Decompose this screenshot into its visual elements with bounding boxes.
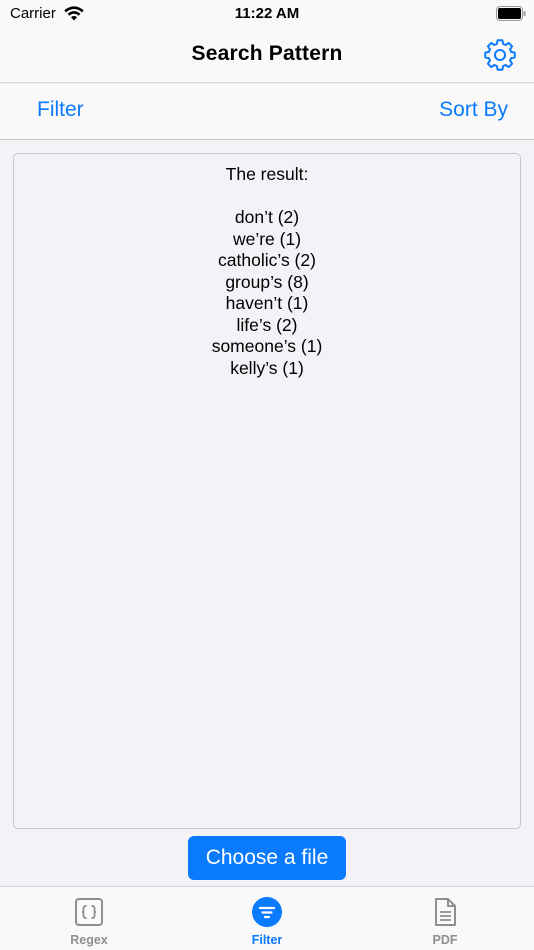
status-time: 11:22 AM	[234, 5, 300, 22]
tab-regex[interactable]: Regex	[0, 887, 178, 950]
sort-by-button[interactable]: Sort By	[439, 98, 508, 122]
filter-button[interactable]: Filter	[37, 98, 84, 122]
toolbar: Filter Sort By	[0, 84, 534, 140]
result-line: we’re (1)	[232, 228, 302, 249]
tab-regex-label: Regex	[70, 933, 108, 947]
app-screen: Carrier 11:22 AM Search Pattern Filter S…	[0, 0, 534, 950]
choose-file-button[interactable]: Choose a file	[188, 836, 346, 880]
settings-button[interactable]	[484, 39, 516, 71]
result-line: haven’t (1)	[225, 293, 309, 313]
result-heading: The result:	[225, 164, 309, 184]
document-icon	[435, 898, 456, 926]
page-title: Search Pattern	[191, 42, 343, 65]
result-text-view[interactable]: The result: don’t (2) we’re (1) catholic…	[13, 153, 521, 829]
result-line: kelly’s (1)	[230, 357, 304, 378]
tab-pdf-label: PDF	[432, 933, 458, 947]
tab-filter[interactable]: Filter	[178, 887, 356, 950]
result-line: catholic’s (2)	[218, 250, 316, 270]
status-bar: Carrier 11:22 AM	[0, 0, 534, 30]
tab-pdf[interactable]: PDF	[356, 887, 534, 950]
result-line: someone’s (1)	[211, 336, 323, 356]
braces-icon	[75, 898, 103, 926]
tab-bar: Regex Filter PDF	[0, 886, 534, 950]
tab-filter-label: Filter	[251, 933, 283, 947]
battery-icon	[496, 6, 526, 21]
result-line: don’t (2)	[234, 207, 300, 227]
filter-icon	[252, 897, 282, 927]
result-line: life’s (2)	[236, 314, 298, 335]
result-line: group’s (8)	[225, 271, 309, 292]
gear-icon	[484, 39, 516, 71]
navigation-bar: Search Pattern	[0, 30, 534, 83]
